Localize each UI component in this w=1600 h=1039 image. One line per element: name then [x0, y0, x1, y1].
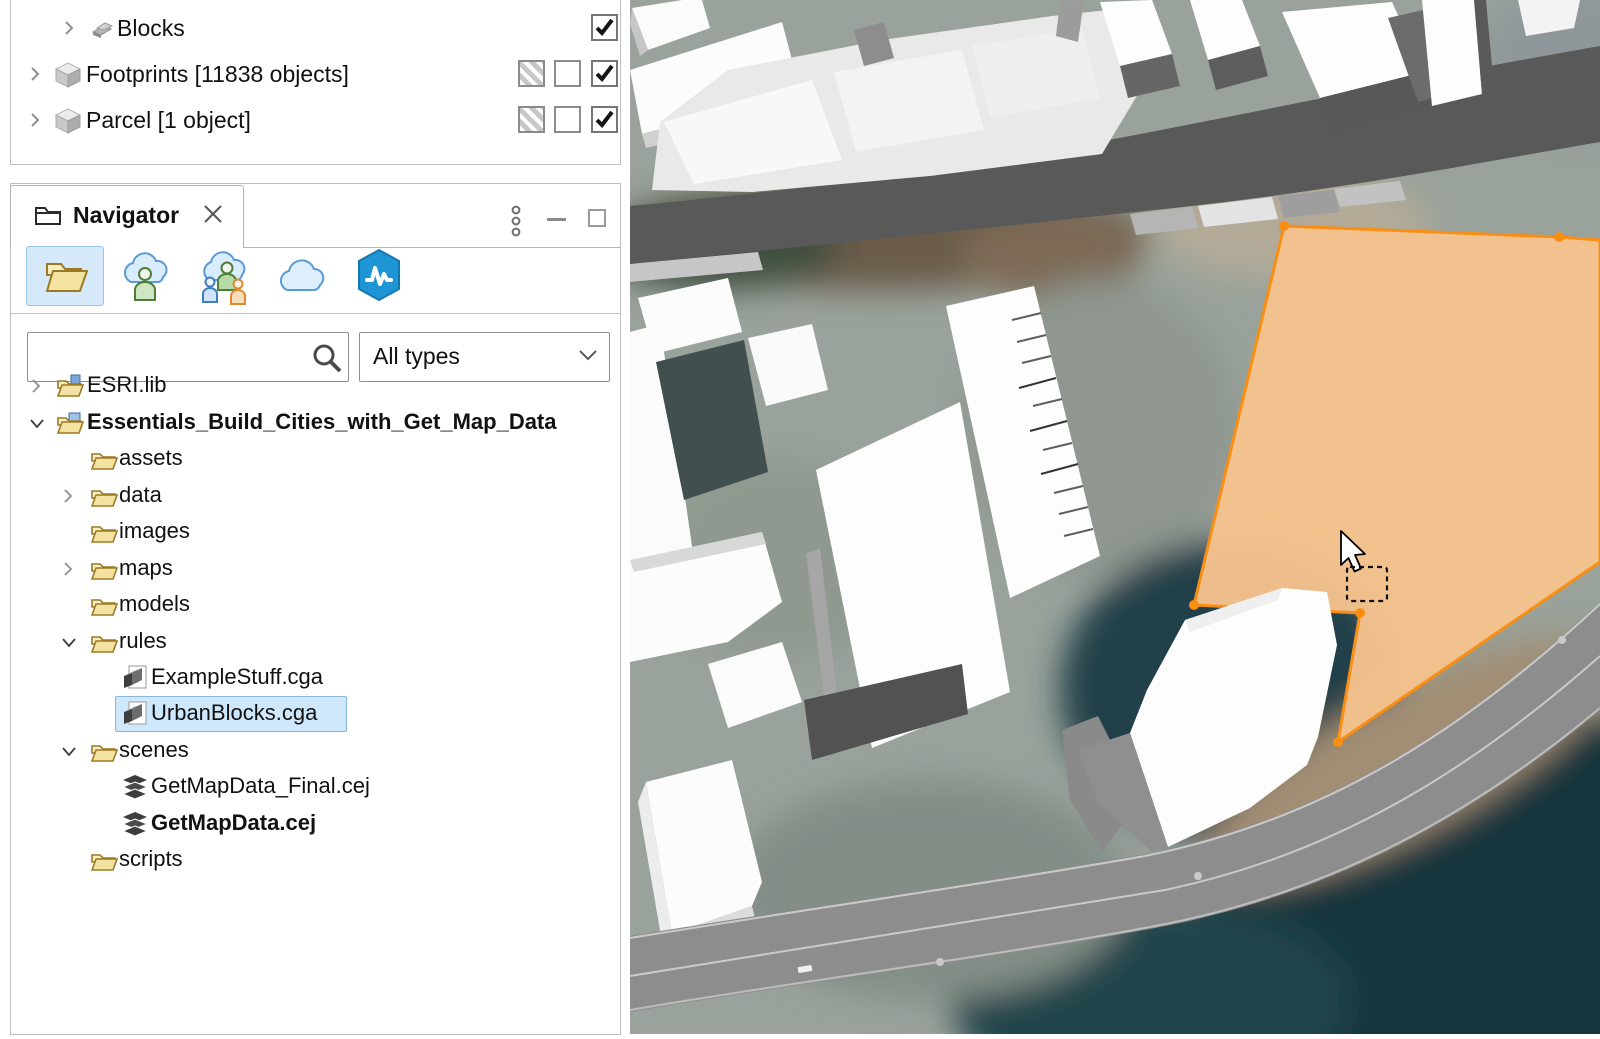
tabstrip-divider [244, 247, 620, 248]
close-icon[interactable] [201, 202, 225, 231]
folder-icon [89, 483, 119, 514]
tree-item-examplestuff-cga[interactable]: ExampleStuff.cga [11, 660, 620, 697]
folder-icon [89, 629, 119, 660]
view-menu-icon[interactable] [508, 204, 524, 245]
layer-label: Parcel [1 object] [86, 107, 251, 134]
tree-item-urbanblocks-cga[interactable]: UrbanBlocks.cga [11, 696, 620, 733]
tree-item-label: UrbanBlocks.cga [151, 700, 317, 726]
toolbar-divider [11, 313, 620, 314]
tab-navigator[interactable]: Navigator [10, 185, 244, 248]
folder-icon [89, 446, 119, 477]
tree-item-images[interactable]: images [11, 514, 620, 551]
tab-title: Navigator [73, 202, 179, 229]
cloud-user-icon[interactable] [119, 248, 171, 309]
tree-item-label: images [119, 518, 190, 544]
chevron-right-icon[interactable] [29, 65, 41, 88]
navigator-panel: Navigator [10, 183, 621, 1035]
texture-toggle[interactable] [554, 60, 581, 87]
tree-item-label: ESRI.lib [87, 372, 166, 398]
tree-item-rules[interactable]: rules [11, 624, 620, 661]
shapes-layer-icon [53, 60, 83, 95]
tree-item-esri-lib[interactable]: ESRI.lib [11, 368, 620, 405]
cloud-icon[interactable] [275, 256, 331, 301]
shapes-layer-icon [53, 106, 83, 141]
model-toggle-hatched[interactable] [518, 106, 545, 133]
tree-item-data[interactable]: data [11, 478, 620, 515]
chevron-down-icon[interactable] [29, 417, 45, 435]
tree-item-label: Essentials_Build_Cities_with_Get_Map_Dat… [87, 409, 557, 435]
visibility-checkbox[interactable] [591, 60, 618, 87]
layer-row-parcel[interactable]: Parcel [1 object] [11, 103, 620, 143]
chevron-down-icon[interactable] [61, 636, 77, 654]
tree-item-scripts[interactable]: scripts [11, 842, 620, 879]
folder-icon [89, 847, 119, 878]
tree-item-models[interactable]: models [11, 587, 620, 624]
tree-item-label: GetMapData_Final.cej [151, 773, 370, 799]
scene-file-icon [121, 811, 149, 842]
cloud-group-icon[interactable] [197, 248, 253, 311]
folder-icon [89, 592, 119, 623]
tree-item-label: scenes [119, 737, 189, 763]
chevron-down-icon [578, 349, 598, 368]
folder-icon [89, 519, 119, 550]
visibility-checkbox[interactable] [591, 106, 618, 133]
tree-item-label: assets [119, 445, 183, 471]
chevron-right-icon[interactable] [29, 111, 41, 134]
tree-item-label: maps [119, 555, 173, 581]
layer-row-footprints[interactable]: Footprints [11838 objects] [11, 57, 620, 97]
chevron-right-icon[interactable] [31, 378, 43, 401]
layer-label: Blocks [117, 15, 185, 42]
texture-toggle[interactable] [554, 106, 581, 133]
tree-item-getmapdata-cej[interactable]: GetMapData.cej [11, 806, 620, 843]
blocks-layer-icon [89, 18, 117, 45]
folder-tab-icon [33, 202, 63, 233]
tree-item-label: scripts [119, 846, 183, 872]
library-folder-icon [55, 373, 85, 404]
cga-file-icon [121, 700, 149, 733]
tree-item-label: GetMapData.cej [151, 810, 316, 836]
folder-icon [89, 556, 119, 587]
maximize-icon[interactable] [588, 209, 606, 227]
tree-item-maps[interactable]: maps [11, 551, 620, 588]
chevron-down-icon[interactable] [61, 745, 77, 763]
type-filter-value: All types [373, 343, 460, 370]
tree-item-project-root[interactable]: Essentials_Build_Cities_with_Get_Map_Dat… [11, 405, 620, 442]
tree-item-label: ExampleStuff.cga [151, 664, 323, 690]
scene-layers-panel: Blocks Footprints [11838 objects] [10, 0, 621, 165]
tree-item-scenes[interactable]: scenes [11, 733, 620, 770]
cityengine-window: { "scene_panel": { "rows": [ {"label": "… [0, 0, 1600, 1034]
scene-file-icon [121, 774, 149, 805]
viewport-3d[interactable] [630, 0, 1600, 1034]
cga-file-icon [121, 664, 149, 697]
visibility-checkbox[interactable] [591, 14, 618, 41]
layer-row-blocks[interactable]: Blocks [11, 11, 620, 51]
tree-item-getmapdata-final-cej[interactable]: GetMapData_Final.cej [11, 769, 620, 806]
chevron-right-icon[interactable] [63, 561, 75, 584]
chevron-right-icon[interactable] [63, 19, 75, 42]
minimize-icon[interactable] [547, 218, 566, 221]
tree-item-label: rules [119, 628, 167, 654]
folder-icon [89, 738, 119, 769]
open-folder-icon[interactable] [41, 254, 91, 303]
model-toggle-hatched[interactable] [518, 60, 545, 87]
tree-item-label: data [119, 482, 162, 508]
open-project-folder-icon [55, 410, 85, 441]
tree-item-assets[interactable]: assets [11, 441, 620, 478]
layer-label: Footprints [11838 objects] [86, 61, 349, 88]
cityengine-hub-icon[interactable] [355, 248, 403, 307]
tree-item-label: models [119, 591, 190, 617]
chevron-right-icon[interactable] [63, 488, 75, 511]
viewport-canvas[interactable] [630, 0, 1600, 1034]
